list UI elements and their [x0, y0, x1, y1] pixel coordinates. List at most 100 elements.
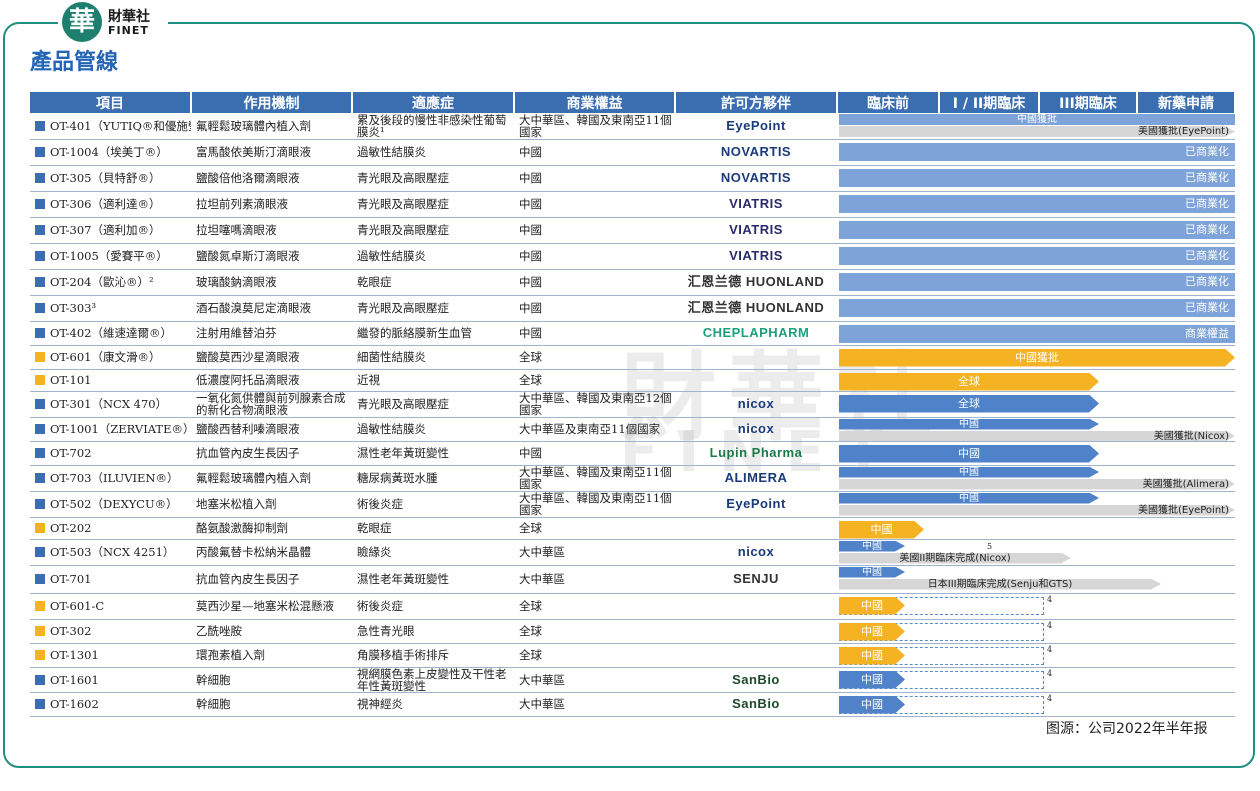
stage-bar: 中國: [839, 623, 905, 641]
partner-logo-cell: 汇恩兰德 HUONLAND: [675, 269, 837, 296]
item-name: OT-1001（ZERVIATE®）: [50, 422, 191, 436]
item-name: OT-306（適利達®）: [50, 197, 161, 211]
indication-cell: 青光眼及高眼壓症: [352, 295, 514, 322]
partner-logo: EyePoint: [726, 117, 786, 133]
table-row: OT-306（適利達®） 拉坦前列素滴眼液 青光眼及高眼壓症 中國 VIATRIS 已商業…: [30, 191, 1235, 218]
table-row: OT-601-C 莫西沙星—地塞米松混懸液 術後炎症 全球 中國 4: [30, 593, 1235, 620]
stage-bar: 中國: [839, 445, 1099, 463]
mechanism-cell: 鹽酸莫西沙星滴眼液: [191, 345, 352, 370]
partner-logo: SENJU: [733, 571, 779, 586]
footnote-marker: 4: [1047, 620, 1053, 630]
partner-logo: Lupin Pharma: [709, 445, 803, 460]
item-cell: OT-307（適利加®）: [30, 217, 191, 244]
category-square-icon: [35, 120, 45, 131]
mechanism-cell: 富馬酸依美斯汀滴眼液: [191, 139, 352, 166]
mechanism-cell: 氟輕鬆玻璃體內植入劑: [191, 113, 352, 140]
item-cell: OT-303³: [30, 295, 191, 322]
table-row: OT-402（維速達爾®） 注射用維替泊芬 繼發的脈絡膜新生血管 中國 CHEPLAPH…: [30, 321, 1235, 346]
stage-bar: 中國: [839, 419, 1099, 430]
stage-bar: 美國獲批(EyePoint): [839, 505, 1235, 516]
stage-bar-cell: 中國獲批 美國獲批(EyePoint): [837, 113, 1235, 140]
partner-logo-cell: VIATRIS: [675, 243, 837, 270]
item-name: OT-402（維速達爾®）: [50, 326, 172, 340]
rights-cell: 中國: [514, 441, 675, 466]
stage-bar-cell: 中國 4: [837, 643, 1235, 668]
stage-bar-cell: 中國獲批: [837, 345, 1235, 370]
indication-cell: 急性青光眼: [352, 619, 514, 644]
rights-cell: 大中華區、韓國及東南亞12個國家: [514, 391, 675, 418]
item-name: OT-502（DEXYCU®）: [50, 497, 178, 511]
item-cell: OT-702: [30, 441, 191, 466]
rights-cell: 大中華區: [514, 539, 675, 566]
indication-cell: 過敏性結膜炎: [352, 139, 514, 166]
partner-logo-cell: SanBio: [675, 692, 837, 717]
item-name: OT-101: [50, 373, 92, 387]
item-cell: OT-402（維速達爾®）: [30, 321, 191, 346]
partner-logo-cell: SanBio: [675, 667, 837, 693]
partner-logo-cell: NOVARTIS: [675, 165, 837, 192]
stage-bar-cell: 中國 美國獲批(Nicox): [837, 417, 1235, 442]
rights-cell: 中國: [514, 139, 675, 166]
column-header: 作用機制: [191, 92, 353, 113]
stage-bar: 中國: [839, 521, 924, 539]
stage-bar: 中國獲批: [839, 349, 1235, 367]
item-cell: OT-306（適利達®）: [30, 191, 191, 218]
stage-bar: 美國獲批(Nicox): [839, 431, 1235, 442]
table-row: OT-303³ 酒石酸溴莫尼定滴眼液 青光眼及高眼壓症 中國 汇恩兰德 HUONLAND…: [30, 295, 1235, 322]
category-square-icon: [35, 328, 45, 338]
stage-bar: 美國獲批(EyePoint): [839, 126, 1235, 137]
category-square-icon: [35, 375, 45, 385]
table-row: OT-701 抗血管內皮生長因子 濕性老年黃斑變性 大中華區 SENJU 中國 日本III期…: [30, 565, 1235, 594]
table-row: OT-202 酪氨酸激酶抑制劑 乾眼症 全球 中國: [30, 517, 1235, 540]
partner-logo-cell: [675, 619, 837, 644]
stage-bar: 已商業化: [839, 298, 1235, 317]
rights-cell: 中國: [514, 217, 675, 244]
stage-bar: 美國獲批(Alimera): [839, 479, 1235, 490]
category-square-icon: [35, 574, 45, 584]
column-header: 新藥申請: [1137, 92, 1236, 113]
table-row: OT-302 乙酰唑胺 急性青光眼 全球 中國 4: [30, 619, 1235, 644]
rights-cell: 大中華區、韓國及東南亞11個國家: [514, 113, 675, 140]
rights-cell: 大中華區: [514, 565, 675, 594]
partner-logo: 汇恩兰德 HUONLAND: [687, 300, 825, 315]
category-square-icon: [35, 199, 45, 209]
column-header: 臨床前: [837, 92, 940, 113]
stage-bar: 已商業化: [839, 194, 1235, 213]
item-cell: OT-101: [30, 369, 191, 392]
category-square-icon: [35, 499, 45, 509]
source-note: 图源：公司2022年半年报: [1046, 721, 1208, 737]
mechanism-cell: 酪氨酸激酶抑制劑: [191, 517, 352, 540]
column-header: 適應症: [352, 92, 515, 113]
rights-cell: 中國: [514, 243, 675, 270]
item-cell: OT-601（康文滑®）: [30, 345, 191, 370]
category-square-icon: [35, 650, 45, 660]
item-cell: OT-701: [30, 565, 191, 594]
table-row: OT-305（貝特舒®） 鹽酸倍他洛爾滴眼液 青光眼及高眼壓症 中國 NOVARTIS 已…: [30, 165, 1235, 192]
stage-bar: 日本III期臨床完成(Senju和GTS): [839, 579, 1161, 590]
brand-logo: 華 財華社 FINET: [58, 2, 168, 44]
category-square-icon: [35, 399, 45, 409]
stage-bar-cell: 中國: [837, 517, 1235, 540]
item-cell: OT-1601: [30, 667, 191, 693]
item-cell: OT-1001（ZERVIATE®）: [30, 417, 191, 442]
category-square-icon: [35, 626, 45, 636]
partner-logo: EyePoint: [726, 496, 786, 511]
stage-bar-cell: 中國 4: [837, 692, 1235, 717]
item-cell: OT-1004（埃美丁®）: [30, 139, 191, 166]
category-square-icon: [35, 473, 45, 483]
stage-bar-cell: 中國 美國獲批(Alimera): [837, 465, 1235, 492]
indication-cell: 青光眼及高眼壓症: [352, 217, 514, 244]
stage-bar-cell: 中國 美國獲批(EyePoint): [837, 491, 1235, 518]
table-row: OT-1001（ZERVIATE®） 鹽酸西替利嗪滴眼液 過敏性結膜炎 大中華區及東南…: [30, 417, 1235, 442]
item-cell: OT-503（NCX 4251）: [30, 539, 191, 566]
partner-logo-cell: EyePoint: [675, 113, 837, 140]
indication-cell: 細菌性結膜炎: [352, 345, 514, 370]
partner-logo-cell: [675, 593, 837, 620]
item-name: OT-1005（愛賽平®）: [50, 249, 168, 263]
stage-bar: 中國: [839, 597, 905, 615]
indication-cell: 過敏性結膜炎: [352, 417, 514, 442]
stage-bar: 已商業化: [839, 168, 1235, 187]
stage-bar-cell: 中國 4: [837, 619, 1235, 644]
stage-bar: 中國: [839, 493, 1099, 504]
item-cell: OT-502（DEXYCU®）: [30, 491, 191, 518]
